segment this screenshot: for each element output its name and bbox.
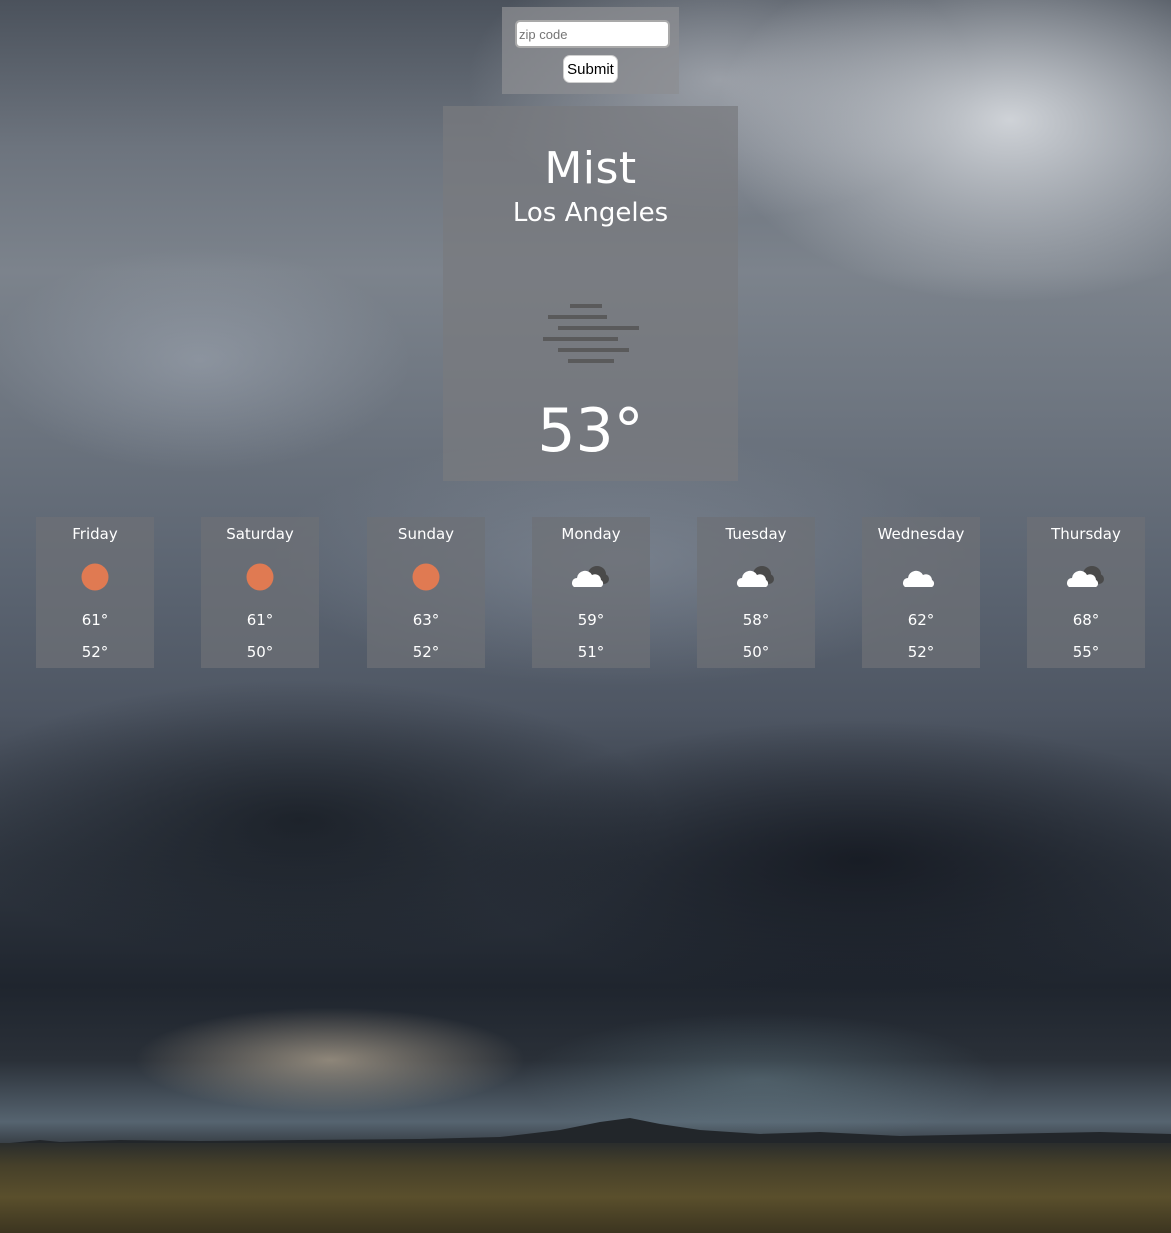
forecast-day: Monday — [561, 525, 621, 543]
weather-page: Submit Mist Los Angeles 53° Friday 61° 5… — [0, 0, 1171, 1233]
cloud-icon — [903, 570, 935, 587]
forecast-low: 52° — [412, 643, 440, 661]
cloudy-icon — [1067, 566, 1104, 587]
forecast-high: 61° — [81, 611, 109, 629]
zip-code-input[interactable] — [515, 20, 670, 48]
forecast-high: 68° — [1072, 611, 1100, 629]
forecast-card: Wednesday 62° 52° — [862, 517, 980, 668]
forecast-low: 55° — [1072, 643, 1100, 661]
forecast-day: Sunday — [397, 525, 455, 543]
forecast-low: 52° — [907, 643, 935, 661]
forecast-card: Sunday 63° 52° — [367, 517, 485, 668]
submit-button[interactable]: Submit — [563, 55, 618, 83]
city-name: Los Angeles — [512, 198, 669, 228]
forecast-high: 63° — [412, 611, 440, 629]
cloudy-icon — [572, 566, 609, 587]
grassland-foreground — [0, 1143, 1171, 1233]
forecast-day: Wednesday — [877, 525, 965, 543]
forecast-card: Tuesday 58° 50° — [697, 517, 815, 668]
sun-icon — [412, 563, 440, 591]
forecast-low: 50° — [742, 643, 770, 661]
forecast-card: Friday 61° 52° — [36, 517, 154, 668]
current-temperature: 53° — [537, 396, 644, 466]
forecast-day: Tuesday — [725, 525, 787, 543]
sun-icon — [246, 563, 274, 591]
forecast-low: 51° — [577, 643, 605, 661]
forecast-card: Saturday 61° 50° — [201, 517, 319, 668]
forecast-high: 58° — [742, 611, 770, 629]
forecast-high: 62° — [907, 611, 935, 629]
current-condition: Mist — [544, 143, 637, 194]
forecast-card: Monday 59° 51° — [532, 517, 650, 668]
forecast-day: Thursday — [1051, 525, 1121, 543]
forecast-low: 50° — [246, 643, 274, 661]
current-weather-card: Mist Los Angeles 53° — [443, 106, 738, 481]
forecast-day: Friday — [72, 525, 118, 543]
sun-icon — [81, 563, 109, 591]
mist-icon — [543, 304, 639, 363]
forecast-high: 59° — [577, 611, 605, 629]
forecast-high: 61° — [246, 611, 274, 629]
cloudy-icon — [737, 566, 774, 587]
forecast-card: Thursday 68° 55° — [1027, 517, 1145, 668]
forecast-day: Saturday — [226, 525, 294, 543]
forecast-low: 52° — [81, 643, 109, 661]
zip-search-panel: Submit — [502, 7, 679, 94]
